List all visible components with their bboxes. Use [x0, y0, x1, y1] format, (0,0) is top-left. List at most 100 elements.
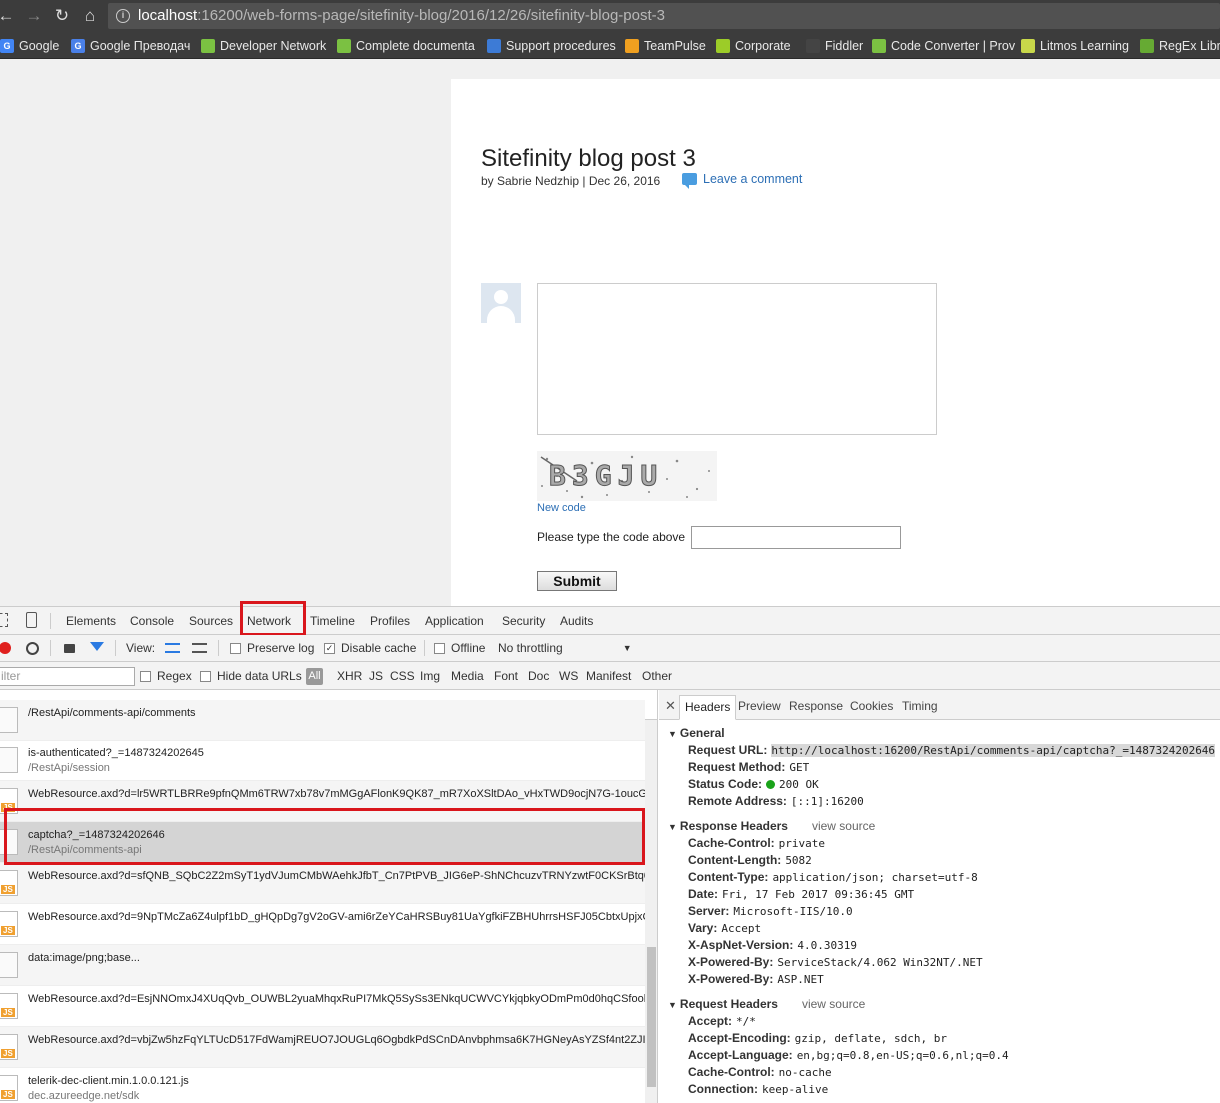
request-row[interactable]: /RestApi/comments-api/comments — [0, 700, 645, 741]
camera-icon[interactable] — [64, 644, 75, 653]
url-path: :16200/web-forms-page/sitefinity-blog/20… — [197, 7, 665, 24]
tab-response[interactable]: Response — [789, 699, 843, 713]
tab-application[interactable]: Application — [425, 614, 484, 628]
filter-type-js[interactable]: JS — [369, 669, 383, 683]
large-rows-icon[interactable] — [165, 643, 180, 653]
requests-scrollbar[interactable] — [645, 720, 657, 1103]
scrollbar-thumb[interactable] — [647, 947, 656, 1087]
request-headers-section-title[interactable]: ▼ Request Headers view source — [668, 997, 865, 1011]
tab-timeline[interactable]: Timeline — [310, 614, 355, 628]
waterfall-icon[interactable] — [192, 643, 207, 653]
header-key: Connection: — [688, 1082, 758, 1096]
throttling-select[interactable]: No throttling ▼ — [498, 641, 632, 655]
bookmark-item[interactable]: Developer Network — [201, 37, 326, 55]
filter-type-all[interactable]: All — [306, 668, 323, 685]
tab-security[interactable]: Security — [502, 614, 545, 628]
throttling-value: No throttling — [498, 641, 563, 655]
checkbox[interactable] — [200, 670, 211, 682]
filter-type-manifest[interactable]: Manifest — [586, 669, 631, 683]
bookmark-item[interactable]: RegEx Libra — [1140, 37, 1220, 55]
offline-checkbox[interactable]: Offline — [434, 641, 485, 655]
bookmark-item[interactable]: Code Converter | Prov — [872, 37, 1015, 55]
tab-console[interactable]: Console — [130, 614, 174, 628]
captcha-input[interactable] — [691, 526, 901, 549]
tab-timing[interactable]: Timing — [902, 699, 938, 713]
filter-input[interactable]: ilter — [0, 667, 135, 686]
view-source-link[interactable]: view source — [802, 997, 865, 1011]
checkbox[interactable] — [140, 670, 151, 682]
preserve-log-checkbox[interactable]: Preserve log — [230, 641, 314, 655]
tab-headers[interactable]: Headers — [679, 695, 737, 720]
header-row: Remote Address: [::1]:16200 — [688, 794, 864, 808]
comment-textarea[interactable] — [537, 283, 937, 435]
hide-data-urls-checkbox[interactable]: Hide data URLs — [200, 669, 302, 683]
request-row[interactable]: data:image/png;base... — [0, 945, 645, 986]
avatar-head — [494, 290, 508, 304]
separator — [424, 640, 425, 656]
request-row[interactable]: is-authenticated?_=1487324202645/RestApi… — [0, 740, 645, 781]
bookmark-item[interactable]: G Google Преводач — [71, 37, 190, 55]
general-section-title[interactable]: ▼ General — [668, 726, 725, 740]
filter-type-font[interactable]: Font — [494, 669, 518, 683]
request-row[interactable]: WebResource.axd?d=EsjNNOmxJ4XUqQvb_OUWBL… — [0, 986, 645, 1027]
header-key: Accept-Language: — [688, 1048, 793, 1062]
checkbox[interactable] — [434, 642, 445, 654]
bookmark-item[interactable]: Support procedures — [487, 37, 616, 55]
network-tab-highlight — [240, 601, 306, 636]
request-row[interactable]: WebResource.axd?d=sfQNB_SQbC2Z2mSyT1ydVJ… — [0, 863, 645, 904]
tab-audits[interactable]: Audits — [560, 614, 593, 628]
bookmark-favicon-icon — [1021, 39, 1035, 53]
bookmark-item[interactable]: Fiddler — [806, 37, 863, 55]
regex-checkbox[interactable]: Regex — [140, 669, 192, 683]
tab-elements[interactable]: Elements — [66, 614, 116, 628]
record-icon[interactable] — [0, 642, 11, 654]
filter-type-doc[interactable]: Doc — [528, 669, 549, 683]
tab-profiles[interactable]: Profiles — [370, 614, 410, 628]
bookmark-item[interactable]: Complete documenta — [337, 37, 475, 55]
captcha-image: B3GJU — [537, 451, 717, 501]
bookmark-item[interactable]: Corporate — [716, 37, 791, 55]
expand-triangle-icon[interactable]: ▼ — [668, 822, 677, 832]
request-row[interactable]: WebResource.axd?d=9NpTMcZa6Z4ulpf1bD_gHQ… — [0, 904, 645, 945]
forward-icon[interactable]: → — [24, 6, 44, 26]
checkbox[interactable] — [230, 642, 241, 654]
device-toolbar-icon[interactable] — [26, 612, 37, 628]
header-row: Accept-Language: en,bg;q=0.8,en-US;q=0.6,… — [688, 1048, 1009, 1062]
tab-preview[interactable]: Preview — [738, 699, 781, 713]
request-row[interactable]: WebResource.axd?d=vbjZw5hzFqYLTUcD517FdW… — [0, 1027, 645, 1068]
filter-type-ws[interactable]: WS — [559, 669, 578, 683]
filter-icon[interactable] — [90, 642, 104, 651]
reload-icon[interactable]: ↻ — [52, 6, 72, 26]
bookmark-favicon-icon — [716, 39, 730, 53]
expand-triangle-icon[interactable]: ▼ — [668, 1000, 677, 1010]
inspect-icon[interactable] — [0, 613, 8, 627]
tab-cookies[interactable]: Cookies — [850, 699, 893, 713]
bookmark-item[interactable]: Litmos Learning — [1021, 37, 1129, 55]
header-key: X-AspNet-Version: — [688, 938, 794, 952]
view-source-link[interactable]: view source — [812, 819, 875, 833]
disable-cache-checkbox[interactable]: ✓ Disable cache — [324, 641, 416, 655]
header-value: ServiceStack/4.062 Win32NT/.NET — [777, 956, 983, 969]
home-icon[interactable]: ⌂ — [80, 6, 100, 26]
leave-comment-link[interactable]: Leave a comment — [682, 172, 802, 189]
tab-sources[interactable]: Sources — [189, 614, 233, 628]
filter-type-xhr[interactable]: XHR — [337, 669, 362, 683]
info-icon[interactable]: i — [116, 9, 130, 23]
expand-triangle-icon[interactable]: ▼ — [668, 729, 677, 739]
submit-button[interactable]: Submit — [537, 571, 617, 591]
filter-type-media[interactable]: Media — [451, 669, 484, 683]
address-bar[interactable]: i localhost:16200/web-forms-page/sitefin… — [108, 3, 1220, 29]
filter-type-other[interactable]: Other — [642, 669, 672, 683]
request-row[interactable]: telerik-dec-client.min.1.0.0.121.js dec.a… — [0, 1068, 645, 1103]
checkbox-checked[interactable]: ✓ — [324, 642, 335, 654]
close-icon[interactable]: ✕ — [665, 698, 676, 714]
new-code-link[interactable]: New code — [537, 502, 586, 514]
clear-icon[interactable] — [26, 642, 39, 655]
filter-type-img[interactable]: Img — [420, 669, 440, 683]
bookmark-item[interactable]: G Google — [0, 37, 59, 55]
filter-type-css[interactable]: CSS — [390, 669, 415, 683]
back-icon[interactable]: ← — [0, 6, 16, 26]
bookmark-favicon-icon: G — [71, 39, 85, 53]
response-headers-section-title[interactable]: ▼ Response Headers view source — [668, 819, 875, 833]
bookmark-item[interactable]: TeamPulse — [625, 37, 706, 55]
